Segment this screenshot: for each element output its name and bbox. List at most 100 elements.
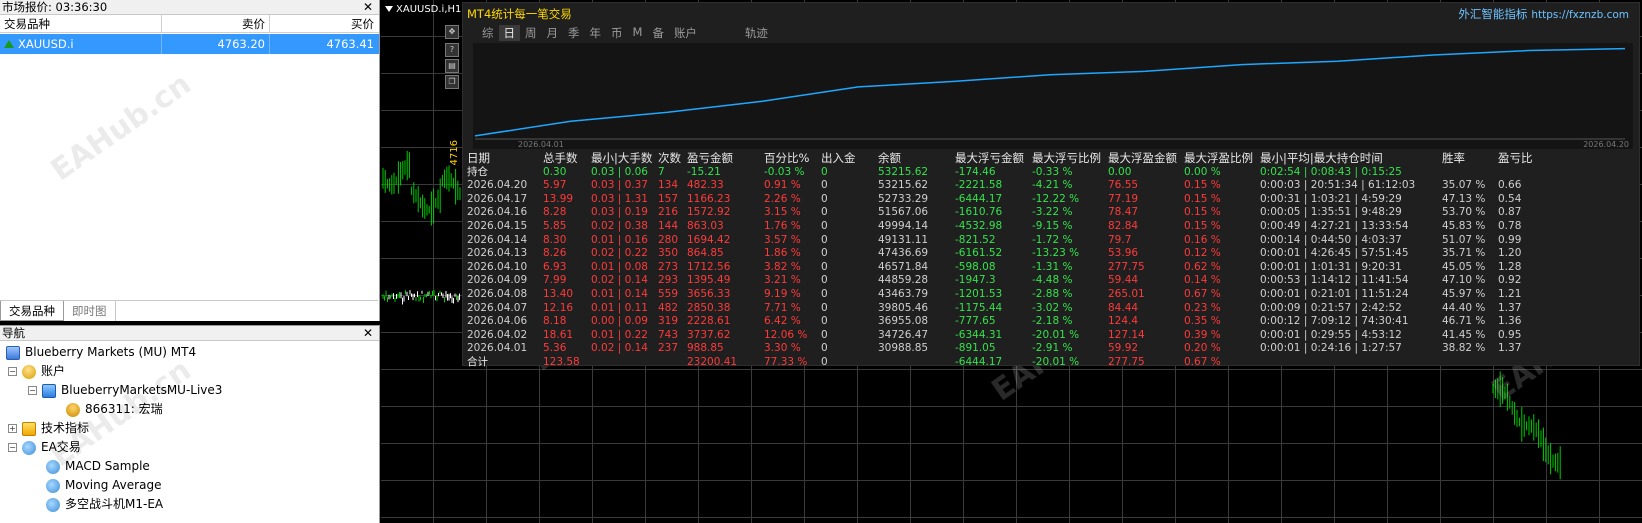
cell-plr: 0.92 [1498,274,1522,287]
market-watch-title-bar: 市场报价: 03:36:30 ✕ [0,0,379,15]
cell-pct: 9.19 % [764,287,801,300]
brand-url[interactable]: https://fxznzb.com [1531,9,1629,21]
cell-io: 0 [821,247,828,260]
column-header: 次数 [658,151,681,165]
tree-item-label: BlueberryMarketsMU-Live3 [61,383,223,397]
tree-item-terminal[interactable]: Blueberry Markets (MU) MT4 [6,343,196,362]
settings-icon[interactable]: ▤ [445,59,459,73]
cell-win: 53.70 % [1442,206,1486,219]
symbol-cell: XAUUSD.i [0,34,162,54]
cell-time: 0:00:09 | 0:21:57 | 2:42:52 [1260,301,1402,314]
column-header-symbol[interactable]: 交易品种 [0,15,162,32]
tree-item-macd-sample[interactable]: MACD Sample [46,457,150,476]
copy-icon[interactable]: ❐ [445,75,459,89]
cell-pl: 482.33 [687,179,724,192]
tree-item-accounts[interactable]: − 账户 [8,362,65,381]
cell-minmax: 0.01 | 0.11 [591,301,648,314]
tab-all[interactable]: 综 [477,25,499,41]
cell-n: 7 [658,165,665,178]
collapse-icon[interactable]: − [8,367,17,376]
indicator-brand[interactable]: 外汇智能指标 https://fxznzb.com [1458,6,1629,22]
tree-item-ea[interactable]: 多空战斗机M1-EA [46,495,163,514]
cell-mfl: -6444.17 [955,192,1003,205]
tab-magic[interactable]: M [628,25,648,41]
tab-day[interactable]: 日 [498,25,520,41]
market-watch-row[interactable]: XAUUSD.i 4763.20 4763.41 [0,34,379,54]
cell-pl: 1395.49 [687,274,731,287]
tab-currency[interactable]: 币 [606,25,628,41]
tab-tick-chart[interactable]: 即时图 [64,301,116,321]
cell-mflp: -0.33 % [1032,165,1073,178]
tab-month[interactable]: 月 [542,25,564,41]
cell-mfgp: 0.20 % [1184,342,1221,355]
cell-time: 0:00:49 | 4:27:21 | 13:33:54 [1260,219,1409,232]
cell-pct: 1.86 % [764,247,801,260]
cell-bal: 49994.14 [878,219,929,232]
table-header-row: 日期 总手数 最小|大手数 次数 盈亏金额 百分比% 出入金 余额 最大浮亏金额 最大浮亏比例 最大… [467,151,1538,166]
tree-item-account[interactable]: 866311: 宏瑞 [66,400,163,419]
cell-n: 216 [658,206,679,219]
column-header-ask[interactable]: 买价 [270,15,378,32]
tab-year[interactable]: 年 [585,25,607,41]
tree-item-label: 866311: 宏瑞 [85,402,163,416]
table-row: 2026.04.20 5.97 0.03 | 0.37 134 482.33 0.91 %… [467,179,1538,193]
cell-mflp: -1.31 % [1032,260,1073,273]
cell-io: 0 [821,342,828,355]
cell-d: 2026.04.06 [467,315,528,328]
cell-bal: 30988.85 [878,342,929,355]
table-row: 2026.04.16 8.28 0.03 | 0.19 216 1572.92 3.15 … [467,206,1538,220]
column-header: 最小|平均|最大持仓时间 [1260,151,1383,165]
market-watch-title: 市场报价: 03:36:30 [2,0,108,14]
cell-d: 2026.04.07 [467,301,528,314]
cell-mfgp: 0.14 % [1184,274,1221,287]
cell-mflp: -4.21 % [1032,179,1073,192]
tab-quarter[interactable]: 季 [563,25,585,41]
tree-item-indicators[interactable]: + 技术指标 [8,419,89,438]
cell-bal: 47436.69 [878,247,929,260]
close-icon[interactable]: ✕ [363,326,373,340]
cell-mflp: -1.72 % [1032,233,1073,246]
cell-time: 0:00:01 | 0:24:16 | 1:27:57 [1260,342,1402,355]
expand-icon[interactable]: + [8,424,17,433]
watermark: EAHub.cn [44,66,198,189]
cell-n: 237 [658,342,679,355]
server-icon [42,383,56,398]
bid-cell: 4763.20 [162,34,270,54]
cell-d: 2026.04.13 [467,247,528,260]
help-icon[interactable]: ? [445,43,459,57]
table-row: 2026.04.01 5.36 0.02 | 0.14 237 988.85 3.30 %… [467,342,1538,356]
tree-item-moving-average[interactable]: Moving Average [46,476,161,495]
tab-account[interactable]: 账户 [669,25,702,41]
tab-week[interactable]: 周 [520,25,542,41]
cell-n: 134 [658,179,679,192]
cell-win: 51.07 % [1442,233,1486,246]
cell-minmax: 0.03 | 0.19 [591,206,648,219]
cell-n: 559 [658,287,679,300]
cell-plr: 1.28 [1498,260,1522,273]
cell-time: 0:00:53 | 1:14:12 | 11:41:54 [1260,274,1409,287]
cell-io: 0 [821,355,828,368]
tree-item-server[interactable]: − BlueberryMarketsMU-Live3 [28,381,222,400]
cell-n: 280 [658,233,679,246]
tab-symbols[interactable]: 交易品种 [0,301,64,321]
move-icon[interactable]: ✥ [445,25,459,39]
cell-time: 0:00:12 | 7:09:12 | 74:30:41 [1260,315,1409,328]
close-icon[interactable]: ✕ [363,0,373,14]
tab-trace[interactable]: 轨迹 [740,25,773,41]
tree-item-experts[interactable]: − EA交易 [8,438,81,457]
cell-time: 0:00:05 | 1:35:51 | 9:48:29 [1260,206,1402,219]
tab-note[interactable]: 备 [647,25,669,41]
cell-mfl: -1175.44 [955,301,1003,314]
cell-bal: 52733.29 [878,192,929,205]
user-icon [66,402,80,417]
cell-io: 0 [821,179,828,192]
cell-lots: 13.99 [543,192,574,205]
collapse-icon[interactable]: − [28,386,37,395]
column-header-bid[interactable]: 卖价 [162,15,270,32]
collapse-icon[interactable]: − [8,443,17,452]
cell-pct: 3.30 % [764,342,801,355]
indicator-tabs: 综 日 周 月 季 年 币 M 备 账户 轨迹 [477,25,773,41]
cell-d: 2026.04.10 [467,260,528,273]
column-header: 盈亏金额 [687,151,733,165]
cell-n: 319 [658,315,679,328]
